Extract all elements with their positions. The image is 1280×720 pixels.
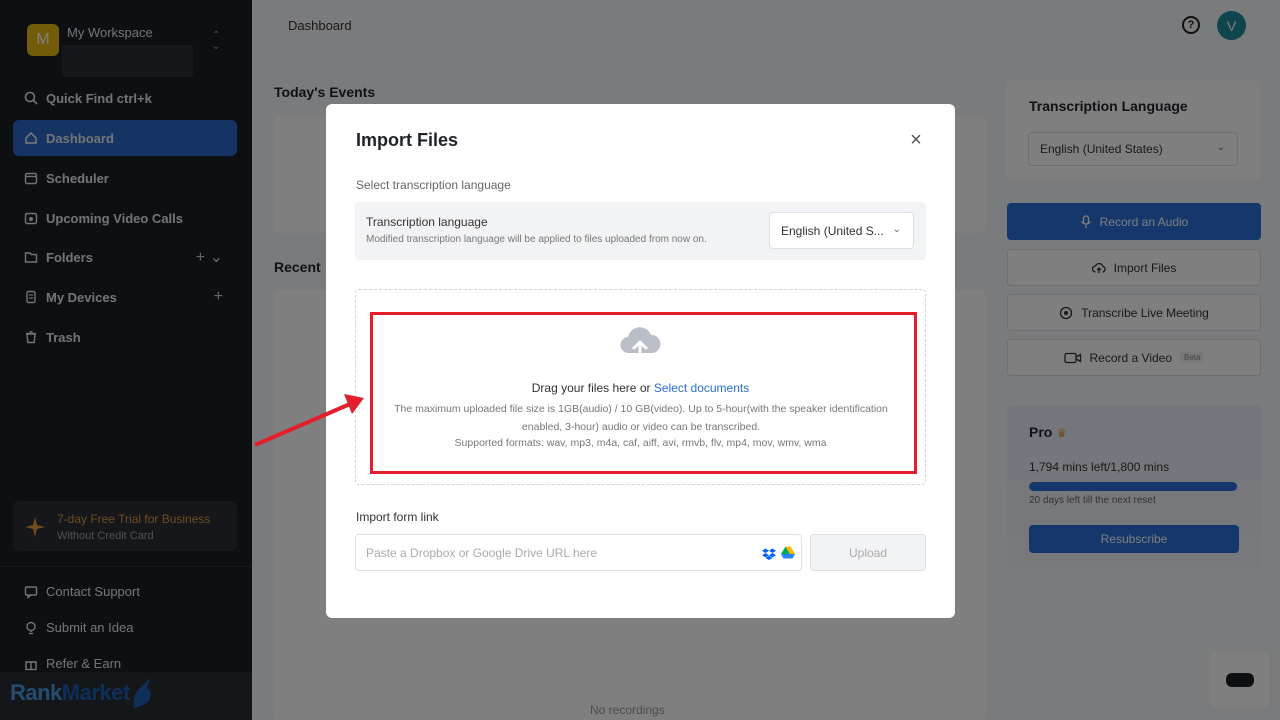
url-input[interactable] [355, 534, 802, 571]
import-files-modal: Import Files × Select transcription lang… [326, 104, 955, 618]
upload-button[interactable]: Upload [810, 534, 926, 571]
drag-instructions: Drag your files here or Select documents [326, 381, 955, 395]
drag-text: Drag your files here or [531, 381, 651, 395]
modal-language-value: English (United S... [781, 223, 884, 238]
google-drive-icon[interactable] [781, 546, 795, 564]
select-documents-link[interactable]: Select documents [654, 381, 749, 395]
dropbox-icon[interactable] [762, 547, 776, 565]
transcription-language-row: Transcription language Modified transcri… [355, 202, 926, 260]
close-icon[interactable]: × [906, 129, 926, 151]
modal-subtitle: Select transcription language [356, 178, 511, 192]
file-limits-text: The maximum uploaded file size is 1GB(au… [394, 403, 888, 433]
cloud-upload-icon[interactable] [619, 323, 661, 366]
modal-language-select[interactable]: English (United S... ⌄ [769, 212, 914, 249]
language-row-note: Modified transcription language will be … [366, 234, 707, 245]
modal-title: Import Files [356, 130, 459, 150]
chevron-down-icon: ⌄ [892, 224, 901, 235]
annotation-arrow [254, 394, 364, 447]
import-link-title: Import form link [356, 510, 439, 524]
supported-formats-text: Supported formats: wav, mp3, m4a, caf, a… [454, 437, 827, 449]
language-row-title: Transcription language [366, 215, 488, 229]
